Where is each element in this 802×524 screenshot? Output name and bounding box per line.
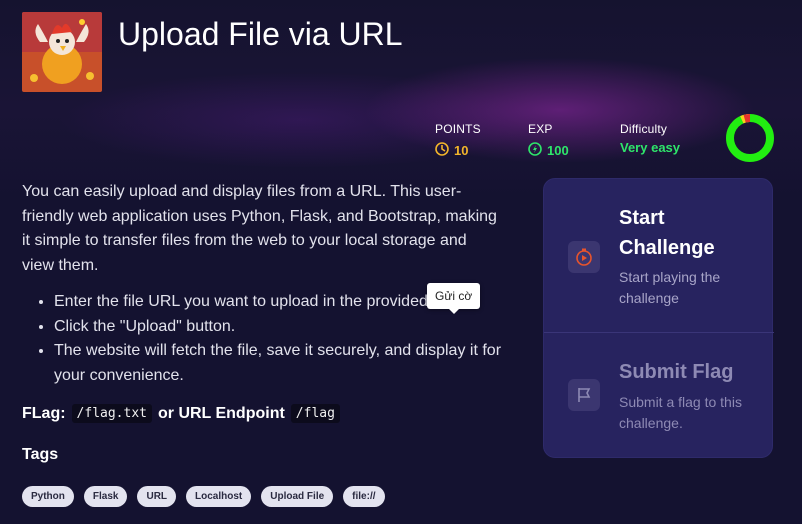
difficulty-label: Difficulty xyxy=(620,122,668,136)
submit-flag-title: Submit Flag xyxy=(619,361,734,383)
flag-label: FLag: xyxy=(22,404,66,422)
instruction-item: The website will fetch the file, save it… xyxy=(54,339,514,388)
challenge-title: Upload File via URL xyxy=(118,16,403,52)
exp-label: EXP xyxy=(528,122,553,136)
start-challenge-subtitle: Start playing the challenge xyxy=(619,269,721,306)
exp-stat: EXP 100 xyxy=(528,122,569,159)
exp-value: 100 xyxy=(547,143,569,158)
tags-list: Python Flask URL Localhost Upload File f… xyxy=(22,486,385,507)
tag-python[interactable]: Python xyxy=(22,486,74,507)
tag-upload-file[interactable]: Upload File xyxy=(261,486,334,507)
start-challenge-title: Start Challenge xyxy=(619,207,715,259)
points-icon xyxy=(435,142,449,159)
points-stat: POINTS 10 xyxy=(435,122,481,159)
tags-heading: Tags xyxy=(22,446,59,463)
tag-file-scheme[interactable]: file:// xyxy=(343,486,385,507)
instruction-item: Click the "Upload" button. xyxy=(54,315,514,340)
exp-icon xyxy=(528,142,542,159)
flag-path-code: /flag.txt xyxy=(71,404,152,423)
tag-flask[interactable]: Flask xyxy=(83,486,128,507)
flag-icon xyxy=(568,379,600,411)
submit-flag-tooltip: Gửi cờ xyxy=(427,283,481,314)
challenge-description: You can easily upload and display files … xyxy=(22,183,497,274)
flag-middle-text: or URL Endpoint xyxy=(158,404,285,422)
submit-flag-subtitle: Submit a flag to this challenge. xyxy=(619,394,742,431)
actions-panel: Start Challenge Start playing the challe… xyxy=(543,178,774,458)
difficulty-value: Very easy xyxy=(620,140,681,155)
flag-info: FLag: /flag.txt or URL Endpoint /flag xyxy=(22,404,340,423)
challenge-thumbnail xyxy=(22,12,102,92)
tag-localhost[interactable]: Localhost xyxy=(186,486,252,507)
difficulty-ring xyxy=(725,113,775,163)
panel-divider xyxy=(544,332,774,333)
endpoint-code: /flag xyxy=(290,404,340,423)
points-value: 10 xyxy=(454,143,469,158)
points-label: POINTS xyxy=(435,122,481,136)
tag-url[interactable]: URL xyxy=(137,486,177,507)
timer-icon xyxy=(568,241,600,273)
difficulty-stat: Difficulty Very easy xyxy=(620,122,680,155)
